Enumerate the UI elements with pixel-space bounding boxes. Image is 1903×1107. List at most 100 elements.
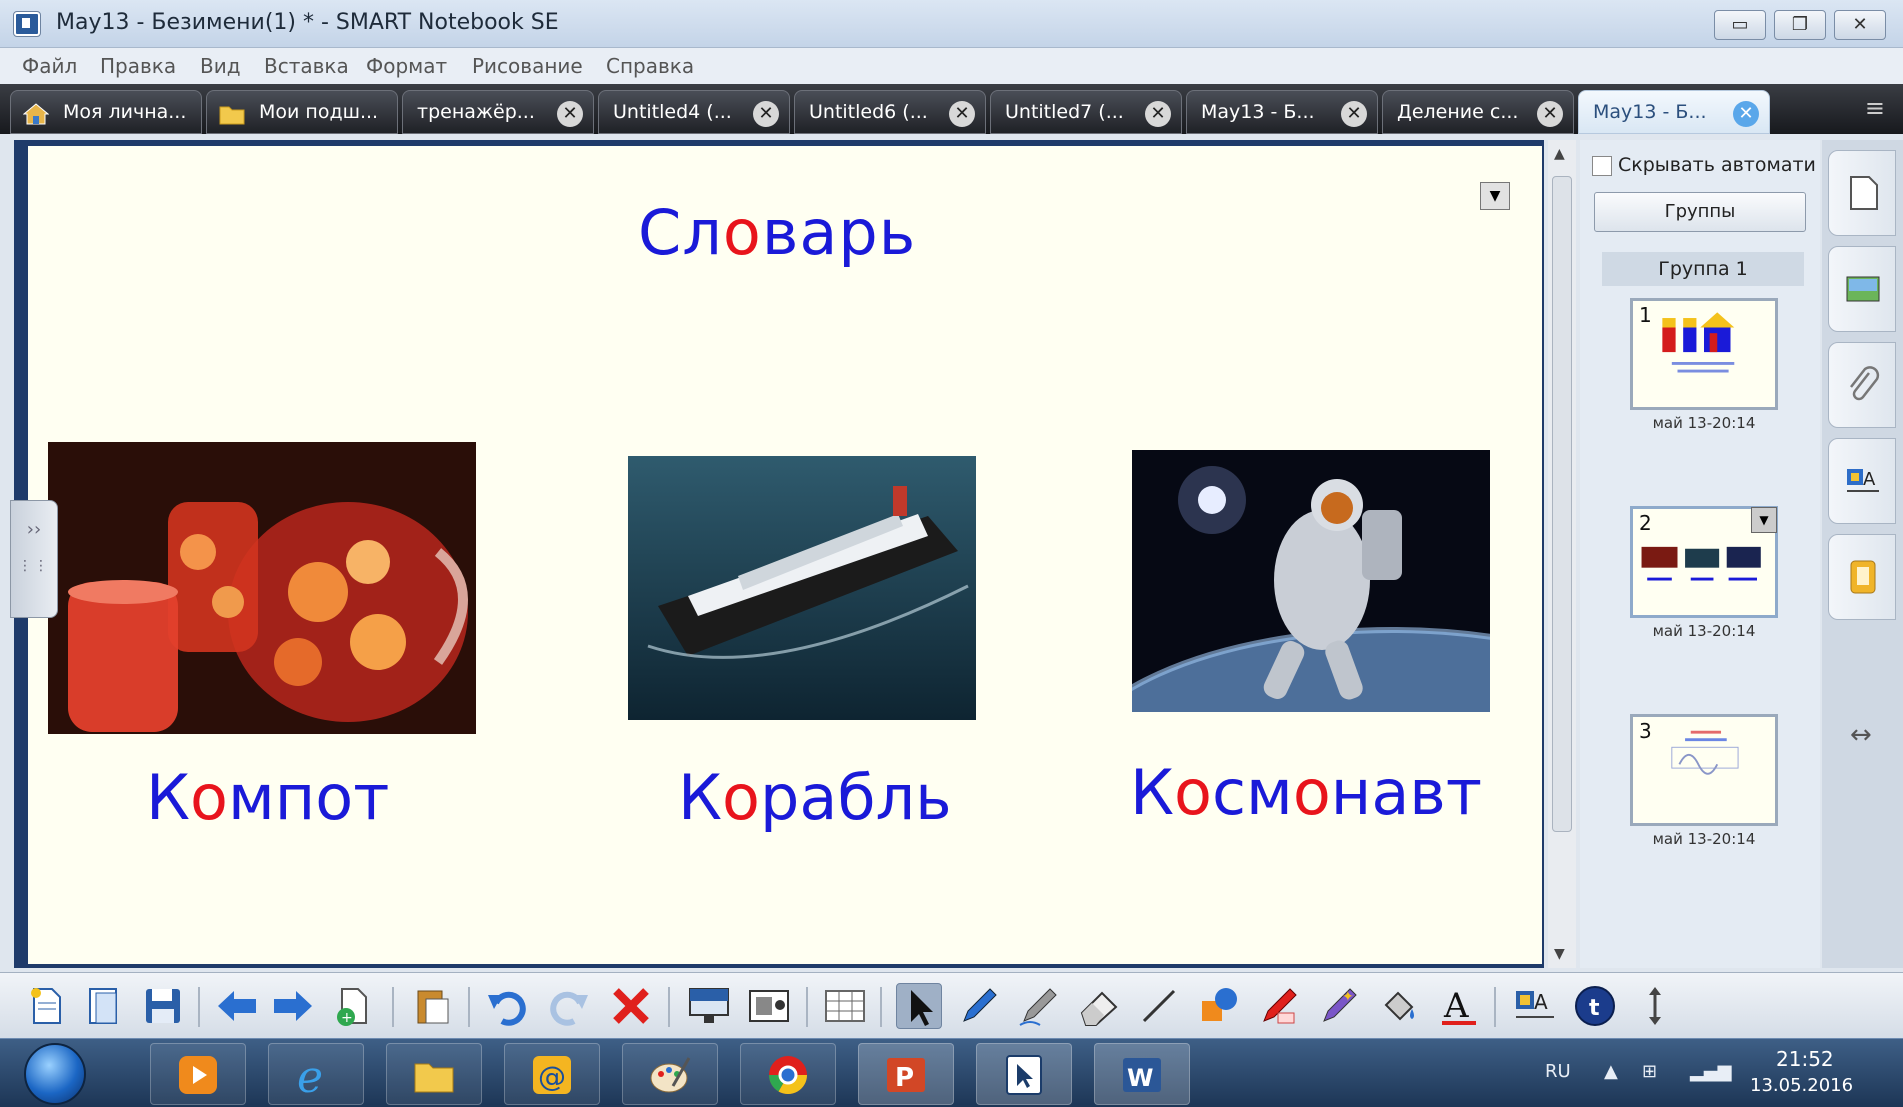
word-kosmonavt[interactable]: Космонавт <box>1130 756 1482 829</box>
tab-document-8[interactable]: Деление с... ✕ <box>1382 90 1574 134</box>
page-sorter-tab[interactable] <box>1828 150 1896 236</box>
signal-strength-icon[interactable]: ▂▄▆ <box>1690 1061 1732 1082</box>
pen-tool-button[interactable] <box>956 983 1002 1029</box>
tab-document-7[interactable]: May13 - Б... ✕ <box>1186 90 1378 134</box>
language-indicator[interactable]: RU <box>1545 1061 1571 1082</box>
page-thumbnail-1[interactable]: 1 <box>1630 298 1778 410</box>
next-page-button[interactable] <box>270 983 316 1029</box>
taskbar-paint[interactable] <box>622 1043 718 1105</box>
undo-button[interactable] <box>484 983 530 1029</box>
ship-picture[interactable] <box>628 456 976 720</box>
tab-my-content[interactable]: Моя лична... <box>10 90 202 134</box>
tab-document-5[interactable]: Untitled6 (... ✕ <box>794 90 986 134</box>
resize-sidebar-icon[interactable]: ↔ <box>1850 720 1872 750</box>
menu-format[interactable]: Формат <box>366 54 447 78</box>
creative-pen-button[interactable] <box>1016 983 1062 1029</box>
close-tab-icon[interactable]: ✕ <box>557 101 583 127</box>
word-kompot[interactable]: Компот <box>146 761 389 834</box>
screen-shade-button[interactable] <box>686 983 732 1029</box>
thumbnail-menu-dropdown[interactable]: ▼ <box>1751 507 1777 533</box>
autohide-checkbox[interactable]: Скрывать автомати <box>1592 154 1816 176</box>
gallery-tab[interactable] <box>1828 246 1896 332</box>
smart-response-button[interactable]: t <box>1572 983 1618 1029</box>
delete-button[interactable] <box>608 983 654 1029</box>
tab-list-menu-icon[interactable]: ≡ <box>1865 94 1885 122</box>
menu-help[interactable]: Справка <box>606 54 694 78</box>
page-thumbnail-3[interactable]: 3 <box>1630 714 1778 826</box>
select-tool-button[interactable] <box>896 983 942 1029</box>
tab-document-4[interactable]: Untitled4 (... ✕ <box>598 90 790 134</box>
start-button[interactable] <box>24 1043 86 1105</box>
magic-wand-button[interactable]: ✦ <box>1316 983 1362 1029</box>
move-toolbar-button[interactable] <box>1632 983 1678 1029</box>
taskbar-powerpoint[interactable]: P <box>858 1043 954 1105</box>
line-tool-button[interactable] <box>1136 983 1182 1029</box>
checkbox-box[interactable] <box>1592 155 1612 176</box>
smart-notebook-app-icon[interactable] <box>13 11 41 37</box>
expand-arrows-icon: ›› <box>26 519 42 540</box>
pages-button[interactable] <box>82 983 128 1029</box>
taskbar-smart-notebook[interactable] <box>976 1043 1072 1105</box>
taskbar-media-player[interactable] <box>150 1043 246 1105</box>
taskbar-mail-agent[interactable]: @ <box>504 1043 600 1105</box>
scroll-up-icon[interactable]: ▲ <box>1554 146 1565 162</box>
menu-file[interactable]: Файл <box>22 54 77 78</box>
shapes-tool-button[interactable] <box>1196 983 1242 1029</box>
tab-document-3[interactable]: тренажёр... ✕ <box>402 90 594 134</box>
word-korabl[interactable]: Корабль <box>678 761 952 834</box>
paste-button[interactable] <box>410 983 456 1029</box>
minimize-button[interactable]: ▭ <box>1714 10 1766 40</box>
show-hidden-icons-icon[interactable]: ▲ <box>1604 1061 1618 1082</box>
add-page-button[interactable]: + <box>330 983 376 1029</box>
table-button[interactable] <box>822 983 868 1029</box>
save-button[interactable] <box>140 983 186 1029</box>
clock-date[interactable]: 13.05.2016 <box>1750 1075 1853 1096</box>
properties-button[interactable]: A <box>1512 983 1558 1029</box>
screen-capture-button[interactable] <box>746 983 792 1029</box>
restore-button[interactable]: ❐ <box>1774 10 1826 40</box>
groups-button[interactable]: Группы <box>1594 192 1806 232</box>
taskbar-word[interactable]: W <box>1094 1043 1190 1105</box>
page-thumbnail-2[interactable]: 2 ▼ <box>1630 506 1778 618</box>
tab-active-document[interactable]: May13 - Б... ✕ <box>1578 90 1770 134</box>
text-tool-button[interactable]: A <box>1436 983 1482 1029</box>
page-title[interactable]: Словарь <box>638 196 916 269</box>
compote-picture[interactable] <box>48 442 476 734</box>
scroll-thumb[interactable] <box>1552 176 1572 832</box>
close-tab-icon[interactable]: ✕ <box>1145 101 1171 127</box>
canvas-scrollbar[interactable]: ▲ ▼ <box>1548 140 1576 968</box>
group-header[interactable]: Группа 1 <box>1602 252 1804 286</box>
close-button[interactable]: ✕ <box>1834 10 1886 40</box>
fill-tool-button[interactable] <box>1376 983 1422 1029</box>
menu-view[interactable]: Вид <box>200 54 241 78</box>
page-menu-dropdown[interactable]: ▼ <box>1480 182 1510 210</box>
new-page-button[interactable] <box>24 983 70 1029</box>
smart-response-icon: t <box>1575 986 1615 1026</box>
close-tab-icon[interactable]: ✕ <box>753 101 779 127</box>
taskbar-internet-explorer[interactable]: e <box>268 1043 364 1105</box>
eraser-tool-button[interactable] <box>1076 983 1122 1029</box>
menu-edit[interactable]: Правка <box>100 54 176 78</box>
clock-time[interactable]: 21:52 <box>1776 1047 1834 1071</box>
magic-pen-button[interactable] <box>1256 983 1302 1029</box>
notebook-page[interactable]: Словарь ▼ Компот Корабль Космонавт <box>28 146 1542 964</box>
close-tab-icon[interactable]: ✕ <box>1733 101 1759 127</box>
close-tab-icon[interactable]: ✕ <box>1341 101 1367 127</box>
taskbar-file-explorer[interactable] <box>386 1043 482 1105</box>
tab-my-subscriptions[interactable]: Мои подш... <box>206 90 398 134</box>
side-panel-handle[interactable]: ›› ⋮⋮ <box>10 500 58 618</box>
addons-tab[interactable] <box>1828 534 1896 620</box>
close-tab-icon[interactable]: ✕ <box>1537 101 1563 127</box>
tab-document-6[interactable]: Untitled7 (... ✕ <box>990 90 1182 134</box>
menu-draw[interactable]: Рисование <box>472 54 583 78</box>
previous-page-button[interactable] <box>214 983 260 1029</box>
network-flag-icon[interactable]: ⊞ <box>1642 1061 1657 1082</box>
redo-button[interactable] <box>546 983 592 1029</box>
attachments-tab[interactable] <box>1828 342 1896 428</box>
close-tab-icon[interactable]: ✕ <box>949 101 975 127</box>
properties-tab[interactable]: A <box>1828 438 1896 524</box>
scroll-down-icon[interactable]: ▼ <box>1554 946 1565 962</box>
cosmonaut-picture[interactable] <box>1132 450 1490 712</box>
menu-insert[interactable]: Вставка <box>264 54 349 78</box>
taskbar-chrome[interactable] <box>740 1043 836 1105</box>
